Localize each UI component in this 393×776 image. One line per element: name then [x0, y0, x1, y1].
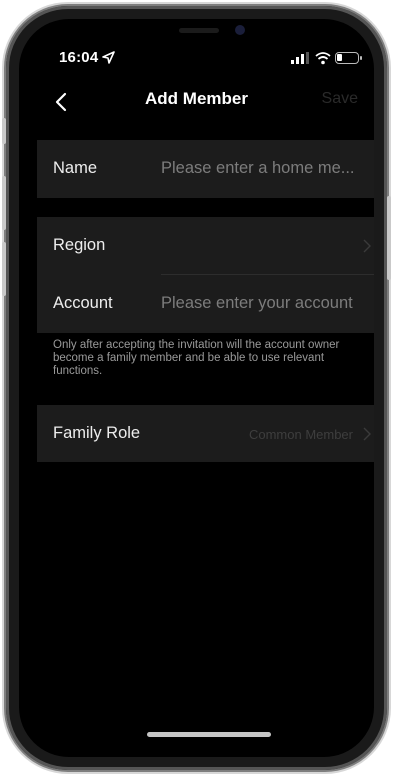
- region-account-section: Region Account: [37, 217, 374, 333]
- battery-icon: [335, 52, 362, 64]
- name-section: Name Please enter a home me...: [37, 140, 374, 198]
- account-input[interactable]: [161, 291, 371, 315]
- status-bar: 16:04: [19, 49, 374, 71]
- region-row[interactable]: Region: [37, 217, 374, 275]
- notch: [115, 19, 279, 49]
- name-row[interactable]: Name Please enter a home me...: [37, 140, 374, 198]
- home-indicator[interactable]: [147, 732, 271, 737]
- location-arrow-icon: [102, 51, 115, 64]
- region-label: Region: [53, 236, 106, 254]
- mute-switch: [2, 118, 6, 144]
- front-camera: [235, 25, 245, 35]
- chevron-right-icon: [363, 239, 371, 253]
- name-label: Name: [53, 159, 98, 177]
- volume-up-button: [2, 176, 6, 230]
- wifi-icon: [315, 52, 331, 65]
- screen: 16:04 Add Member Save Name Please enter …: [19, 19, 374, 757]
- status-time: 16:04: [59, 49, 99, 66]
- invitation-note: Only after accepting the invitation will…: [53, 339, 340, 377]
- family-role-value: Common Member: [248, 427, 353, 442]
- battery-level: [337, 54, 342, 61]
- account-row[interactable]: Account: [37, 275, 374, 333]
- navigation-bar: Add Member Save: [19, 83, 374, 119]
- power-button: [387, 196, 391, 280]
- account-label: Account: [53, 294, 113, 312]
- family-role-section: Family Role Common Member: [37, 405, 374, 462]
- family-role-label: Family Role: [53, 424, 141, 442]
- speaker: [179, 28, 219, 33]
- chevron-right-icon: [363, 427, 371, 441]
- save-button[interactable]: Save: [322, 90, 358, 108]
- family-role-row[interactable]: Family Role Common Member: [37, 405, 374, 463]
- volume-down-button: [2, 242, 6, 296]
- signal-icon: [291, 52, 309, 64]
- name-input[interactable]: Please enter a home me...: [161, 159, 369, 178]
